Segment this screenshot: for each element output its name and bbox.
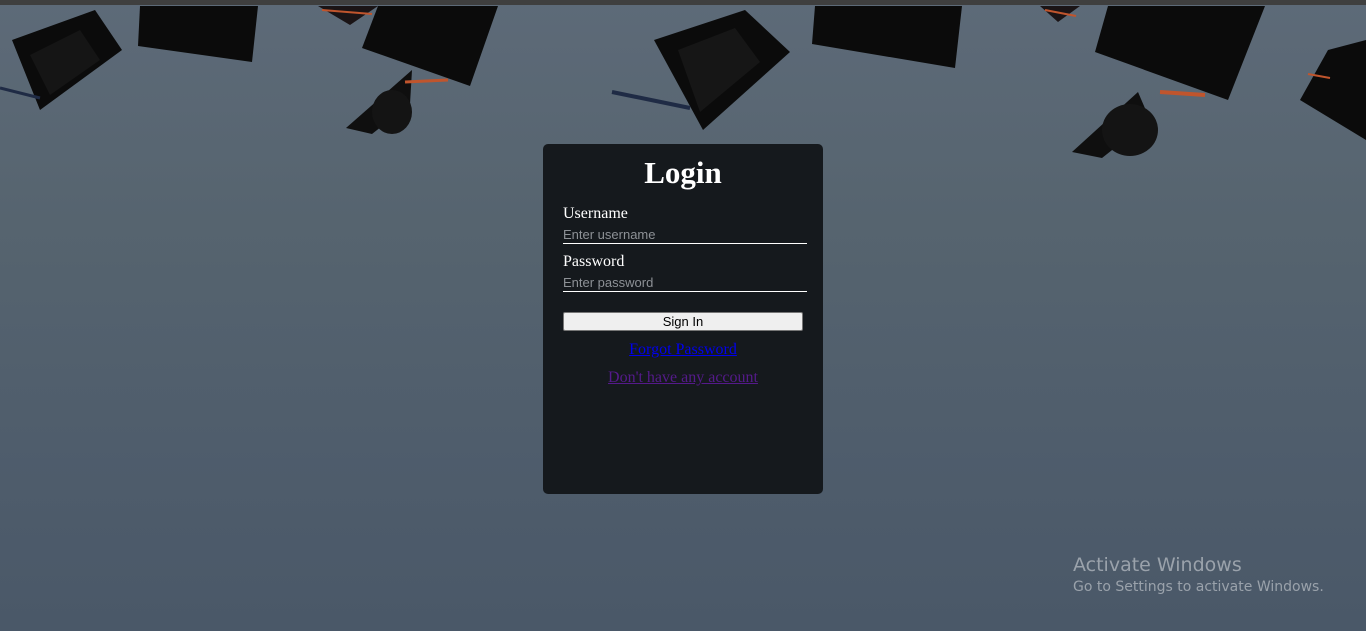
graduation-cap-graphic [1072,6,1265,158]
graduation-cap-graphic [346,6,498,134]
login-title: Login [644,155,722,190]
login-panel: Login Username Password Sign In Forgot P… [543,144,823,494]
graduation-cap-graphic [611,10,790,130]
graduation-cap-graphic [0,10,122,110]
password-input[interactable] [563,273,807,292]
register-link[interactable]: Don't have any account [563,369,803,387]
graduation-cap-graphic [138,6,258,62]
page: { "background": { "image": "graduation-c… [0,0,1366,631]
forgot-password-link[interactable]: Forgot Password [563,341,803,359]
sign-in-button[interactable]: Sign In [563,312,803,331]
graduation-cap-graphic [1300,40,1366,140]
username-label: Username [563,205,628,222]
username-input[interactable] [563,225,807,244]
graduation-cap-graphic [318,6,378,25]
graduation-cap-graphic [1040,6,1080,22]
watermark-subtitle: Go to Settings to activate Windows. [1073,579,1324,595]
graduation-cap-graphic [812,6,962,68]
watermark-title: Activate Windows [1073,554,1242,576]
activate-windows-watermark: Activate Windows Go to Settings to activ… [1073,553,1324,597]
password-label: Password [563,253,625,270]
